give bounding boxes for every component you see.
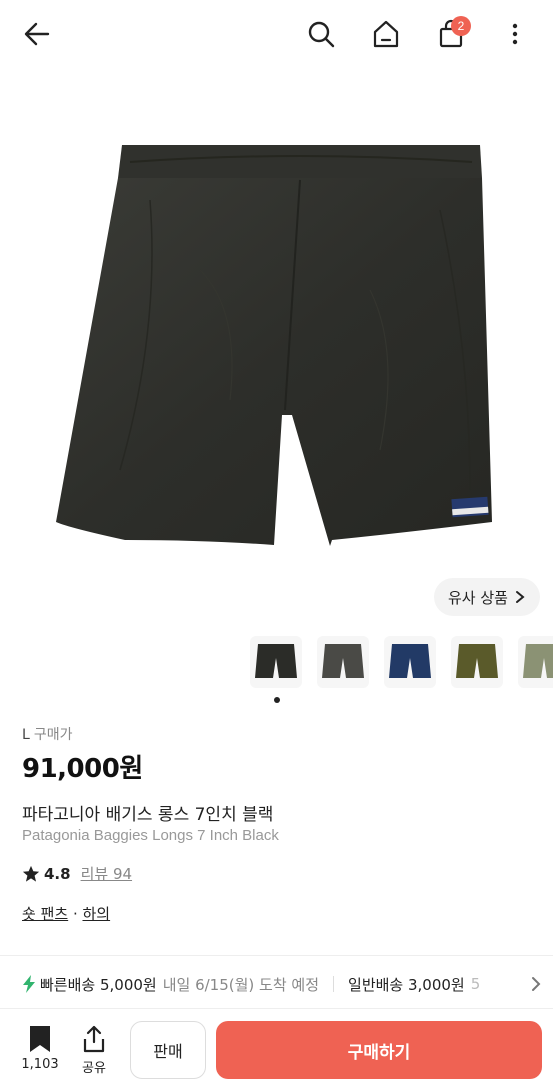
- price-label: 구매가: [33, 727, 73, 743]
- cart-count-badge: 2: [451, 16, 471, 36]
- rating-row: 4.8 리뷰 94: [22, 863, 132, 884]
- category-sub-link[interactable]: 하의: [82, 905, 110, 923]
- shipping-more[interactable]: [512, 972, 542, 996]
- thumbnail-black[interactable]: [250, 636, 302, 688]
- product-title-korean: 파타고니아 배기스 롱스 7인치 블랙: [22, 805, 274, 825]
- bookmark-button[interactable]: 1,103: [18, 1025, 62, 1072]
- size-price-label: L 구매가: [22, 724, 72, 744]
- share-button[interactable]: 공유: [74, 1025, 114, 1076]
- chevron-right-icon: [515, 591, 525, 603]
- chevron-right-icon: [532, 977, 541, 991]
- shorts-illustration: [56, 145, 492, 546]
- back-arrow-icon[interactable]: [17, 14, 57, 54]
- more-vertical-icon[interactable]: [495, 14, 535, 54]
- similar-products-button[interactable]: 유사 상품: [434, 578, 540, 616]
- product-price: 91,000원: [22, 754, 143, 784]
- category-breadcrumb: 숏 팬츠 · 하의: [22, 903, 110, 924]
- bottom-action-bar: 1,103 공유 판매 구매하기: [0, 1008, 553, 1087]
- star-icon: [22, 865, 40, 882]
- bookmark-count: 1,103: [21, 1057, 59, 1072]
- bookmark-icon: [30, 1026, 50, 1052]
- thumbnail-navy[interactable]: [384, 636, 436, 688]
- thumbnail-charcoal[interactable]: [317, 636, 369, 688]
- normal-shipping-label: 일반배송 3,000원: [348, 975, 465, 994]
- product-image[interactable]: 유사 상품: [0, 70, 553, 630]
- home-icon[interactable]: [366, 14, 406, 54]
- thumbnail-sage[interactable]: [518, 636, 553, 688]
- fast-shipping-label: 빠른배송 5,000원: [40, 975, 157, 994]
- reviews-link[interactable]: 리뷰 94: [81, 863, 132, 884]
- category-main-link[interactable]: 숏 팬츠: [22, 905, 68, 923]
- size-value: L: [22, 727, 30, 743]
- product-title-english: Patagonia Baggies Longs 7 Inch Black: [22, 827, 279, 844]
- thumbnail-strip: [250, 636, 553, 688]
- divider: [0, 955, 553, 956]
- share-label: 공유: [82, 1061, 106, 1076]
- selected-thumbnail-indicator: [274, 697, 280, 703]
- top-navigation-bar: 2: [0, 0, 553, 70]
- shopping-bag-icon[interactable]: 2: [431, 14, 471, 54]
- normal-shipping-cut: 5: [470, 975, 481, 993]
- thumbnail-olive[interactable]: [451, 636, 503, 688]
- share-icon: [83, 1025, 105, 1053]
- similar-products-label: 유사 상품: [448, 588, 508, 607]
- rating-score: 4.8: [44, 864, 71, 883]
- shipping-separator: [333, 976, 335, 992]
- shipping-options[interactable]: 빠른배송 5,000원 내일 6/15(월) 도착 예정 일반배송 3,000원…: [22, 972, 553, 996]
- buy-button[interactable]: 구매하기: [216, 1021, 542, 1079]
- lightning-icon: [23, 975, 35, 993]
- category-separator: ·: [68, 905, 83, 923]
- search-icon[interactable]: [301, 14, 341, 54]
- fast-shipping-eta: 내일 6/15(월) 도착 예정: [162, 975, 320, 994]
- sell-button[interactable]: 판매: [130, 1021, 206, 1079]
